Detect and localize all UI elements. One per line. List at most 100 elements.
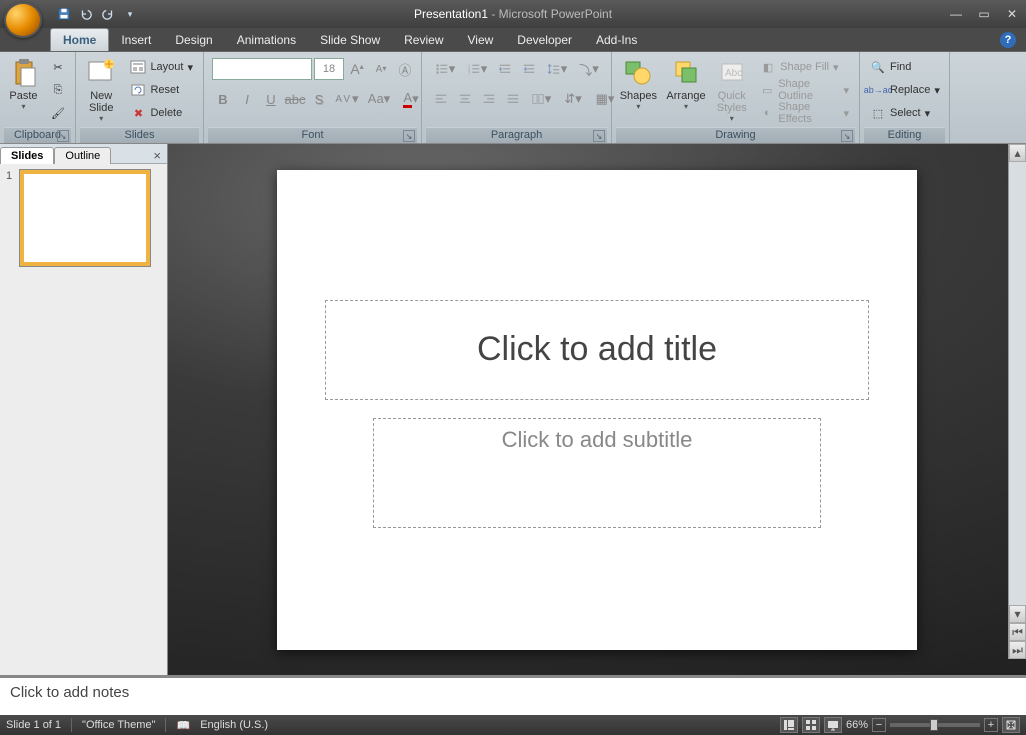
drawing-launcher[interactable]: ↘ — [841, 130, 853, 142]
shape-outline-icon: ▭ — [760, 82, 774, 98]
notes-pane[interactable]: Click to add notes — [0, 675, 1026, 715]
tab-addins[interactable]: Add-Ins — [584, 29, 649, 51]
justify-button[interactable] — [502, 88, 524, 110]
copy-button[interactable]: ⎘ — [47, 79, 69, 101]
status-language[interactable]: English (U.S.) — [200, 719, 268, 731]
cut-button[interactable]: ✂ — [47, 56, 69, 78]
quick-styles-button[interactable]: Abc Quick Styles▾ — [711, 54, 752, 124]
slide-thumbnail-1[interactable]: 1 — [6, 170, 161, 266]
group-slides-label: Slides — [125, 129, 155, 141]
panel-tab-slides[interactable]: Slides — [0, 147, 54, 164]
font-name-input[interactable] — [212, 58, 312, 80]
save-icon[interactable] — [54, 4, 74, 24]
shadow-button[interactable]: S — [308, 88, 330, 110]
reset-button[interactable]: Reset — [126, 79, 197, 101]
paragraph-launcher[interactable]: ↘ — [593, 130, 605, 142]
format-painter-button[interactable]: 🖌 — [47, 102, 69, 124]
zoom-in-button[interactable]: + — [984, 718, 998, 732]
zoom-slider[interactable] — [890, 723, 980, 727]
bullets-button[interactable]: ▾ — [430, 58, 460, 80]
change-case-button[interactable]: Aa▾ — [364, 88, 394, 110]
prev-slide-button[interactable]: ⏮ — [1009, 623, 1026, 641]
subtitle-placeholder[interactable]: Click to add subtitle — [373, 418, 821, 528]
ribbon-tabs: Home Insert Design Animations Slide Show… — [0, 28, 1026, 52]
align-left-button[interactable] — [430, 88, 452, 110]
title-placeholder[interactable]: Click to add title — [325, 300, 869, 400]
text-direction-icon: ⤵ — [579, 60, 592, 79]
panel-tab-outline[interactable]: Outline — [54, 147, 111, 164]
slide-thumb-image[interactable] — [20, 170, 150, 266]
slideshow-view-button[interactable] — [824, 717, 842, 733]
shape-fill-icon: ◧ — [760, 59, 776, 75]
status-zoom-value[interactable]: 66% — [846, 719, 868, 731]
font-launcher[interactable]: ↘ — [403, 130, 415, 142]
line-spacing-button[interactable]: ▾ — [542, 58, 572, 80]
delete-button[interactable]: ✖Delete — [126, 102, 197, 124]
bold-button[interactable]: B — [212, 88, 234, 110]
shrink-font-button[interactable]: A▾ — [370, 58, 392, 80]
tab-insert[interactable]: Insert — [109, 29, 163, 51]
close-button[interactable]: ✕ — [1002, 6, 1022, 22]
paste-button[interactable]: Paste ▾ — [4, 54, 43, 124]
shape-outline-button[interactable]: ▭Shape Outline ▾ — [756, 79, 853, 101]
new-slide-button[interactable]: New Slide ▾ — [80, 54, 122, 124]
vertical-scrollbar[interactable]: ▴ ▾ ⏮ ⏭ — [1008, 144, 1026, 659]
columns-button[interactable]: ▾ — [526, 88, 556, 110]
fit-to-window-button[interactable] — [1002, 717, 1020, 733]
underline-button[interactable]: U — [260, 88, 282, 110]
tab-design[interactable]: Design — [163, 29, 224, 51]
status-bar: Slide 1 of 1 "Office Theme" 📖 English (U… — [0, 715, 1026, 735]
clipboard-launcher[interactable]: ↘ — [57, 130, 69, 142]
replace-button[interactable]: ab→acReplace ▾ — [866, 79, 944, 101]
shape-fill-button[interactable]: ◧Shape Fill ▾ — [756, 56, 853, 78]
tab-developer[interactable]: Developer — [505, 29, 584, 51]
align-right-button[interactable] — [478, 88, 500, 110]
find-button[interactable]: 🔍Find — [866, 56, 944, 78]
strikethrough-button[interactable]: abc — [284, 88, 306, 110]
spell-check-icon[interactable]: 📖 — [176, 719, 190, 732]
zoom-out-button[interactable]: − — [872, 718, 886, 732]
align-center-button[interactable] — [454, 88, 476, 110]
clear-formatting-button[interactable]: Ⓐ — [394, 58, 416, 80]
office-button[interactable] — [4, 2, 42, 38]
maximize-button[interactable]: ▭ — [974, 6, 994, 22]
normal-view-button[interactable] — [780, 717, 798, 733]
qat-customize-icon[interactable]: ▾ — [120, 4, 140, 24]
tab-review[interactable]: Review — [392, 29, 455, 51]
arrange-button[interactable]: Arrange▾ — [663, 54, 710, 124]
minimize-button[interactable]: — — [946, 6, 966, 22]
sorter-view-button[interactable] — [802, 717, 820, 733]
replace-icon: ab→ac — [870, 82, 886, 98]
increase-indent-button[interactable] — [518, 58, 540, 80]
align-text-icon: ⇵ — [564, 91, 575, 107]
align-text-button[interactable]: ⇵▾ — [558, 88, 588, 110]
svg-text:3: 3 — [468, 70, 471, 75]
next-slide-button[interactable]: ⏭ — [1009, 641, 1026, 659]
decrease-indent-button[interactable] — [494, 58, 516, 80]
layout-button[interactable]: Layout ▾ — [126, 56, 197, 78]
italic-button[interactable]: I — [236, 88, 258, 110]
slide-canvas[interactable]: Click to add title Click to add subtitle — [277, 170, 917, 650]
numbering-button[interactable]: 123▾ — [462, 58, 492, 80]
grow-font-button[interactable]: A▴ — [346, 58, 368, 80]
tab-animations[interactable]: Animations — [225, 29, 308, 51]
group-editing-label: Editing — [888, 129, 922, 141]
text-direction-button[interactable]: ⤵▾ — [574, 58, 604, 80]
undo-icon[interactable] — [76, 4, 96, 24]
tab-home[interactable]: Home — [50, 28, 109, 51]
scroll-up-button[interactable]: ▴ — [1009, 144, 1026, 162]
select-button[interactable]: ⬚Select ▾ — [866, 102, 944, 124]
panel-close-button[interactable]: × — [147, 148, 167, 163]
tab-view[interactable]: View — [456, 29, 506, 51]
status-theme: "Office Theme" — [82, 719, 155, 731]
redo-icon[interactable] — [98, 4, 118, 24]
help-icon[interactable]: ? — [1000, 32, 1016, 48]
font-size-input[interactable] — [314, 58, 344, 80]
arrange-icon — [670, 56, 702, 88]
scroll-down-button[interactable]: ▾ — [1009, 605, 1026, 623]
group-drawing: Shapes▾ Arrange▾ Abc Quick Styles▾ ◧Shap… — [612, 52, 860, 143]
character-spacing-button[interactable]: AV▾ — [332, 88, 362, 110]
shapes-button[interactable]: Shapes▾ — [616, 54, 661, 124]
tab-slideshow[interactable]: Slide Show — [308, 29, 392, 51]
shape-effects-button[interactable]: ◐Shape Effects ▾ — [756, 102, 853, 124]
